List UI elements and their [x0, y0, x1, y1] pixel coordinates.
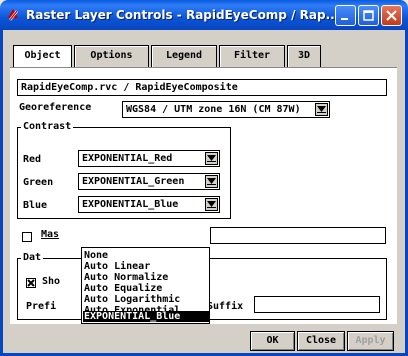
mask-field[interactable]: [210, 227, 386, 244]
dropdown-option[interactable]: Auto Logarithmic: [84, 294, 180, 305]
red-label: Red: [23, 154, 42, 165]
red-contrast-value: EXPONENTIAL_Red: [82, 153, 173, 164]
contrast-dropdown-list[interactable]: None Auto Linear Auto Normalize Auto Equ…: [81, 247, 210, 324]
mask-checkbox[interactable]: [22, 232, 32, 242]
green-contrast-value: EXPONENTIAL_Green: [82, 176, 185, 187]
dropdown-option[interactable]: Auto Linear: [84, 261, 150, 272]
tab-legend[interactable]: Legend: [151, 45, 217, 67]
tab-filter[interactable]: Filter: [219, 45, 285, 67]
apply-button[interactable]: Apply: [347, 331, 394, 351]
window-title: Raster Layer Controls - RapidEyeComp / R…: [26, 8, 340, 22]
dropdown-option[interactable]: None: [84, 250, 108, 261]
title-bar[interactable]: Raster Layer Controls - RapidEyeComp / R…: [0, 0, 408, 30]
georeference-select[interactable]: WGS84 / UTM zone 16N (CM 87W): [122, 101, 330, 118]
tab-object[interactable]: Object: [13, 45, 72, 67]
georeference-label: Georeference: [19, 102, 92, 113]
blue-contrast-value: EXPONENTIAL_Blue: [82, 199, 179, 210]
green-contrast-select[interactable]: EXPONENTIAL_Green: [78, 173, 220, 190]
checkmark-icon: [27, 279, 35, 287]
chevron-down-icon[interactable]: [315, 103, 328, 116]
blue-label: Blue: [23, 200, 48, 211]
minimize-button[interactable]: [335, 5, 356, 26]
tab-3d[interactable]: 3D: [287, 45, 321, 67]
blue-contrast-select[interactable]: EXPONENTIAL_Blue: [78, 196, 220, 213]
chevron-down-icon[interactable]: [205, 175, 218, 188]
close-button[interactable]: Close: [297, 331, 345, 351]
prefix-label: Prefi: [26, 301, 57, 312]
red-contrast-select[interactable]: EXPONENTIAL_Red: [78, 150, 220, 167]
tab-options[interactable]: Options: [74, 45, 149, 67]
datatips-group-title: Dat: [21, 252, 44, 263]
dropdown-option-selected[interactable]: EXPONENTIAL_Blue: [83, 311, 209, 322]
show-checkbox[interactable]: [26, 278, 36, 288]
chevron-down-icon[interactable]: [205, 198, 218, 211]
show-label: Sho: [42, 276, 61, 287]
suffix-label: Suffix: [207, 301, 244, 312]
mask-label[interactable]: Mas: [41, 229, 59, 240]
green-label: Green: [23, 177, 54, 188]
app-icon: [8, 9, 18, 21]
georeference-value: WGS84 / UTM zone 16N (CM 87W): [126, 104, 301, 115]
dropdown-option[interactable]: Auto Normalize: [84, 272, 168, 283]
contrast-group-title: Contrast: [21, 121, 74, 132]
dropdown-option[interactable]: Auto Equalize: [84, 283, 162, 294]
close-window-button[interactable]: [381, 5, 402, 26]
maximize-button[interactable]: [358, 5, 379, 26]
suffix-field[interactable]: [254, 296, 380, 313]
chevron-down-icon[interactable]: [205, 152, 218, 165]
ok-button[interactable]: OK: [250, 331, 295, 351]
object-path-field[interactable]: RapidEyeComp.rvc / RapidEyeComposite: [17, 79, 387, 96]
